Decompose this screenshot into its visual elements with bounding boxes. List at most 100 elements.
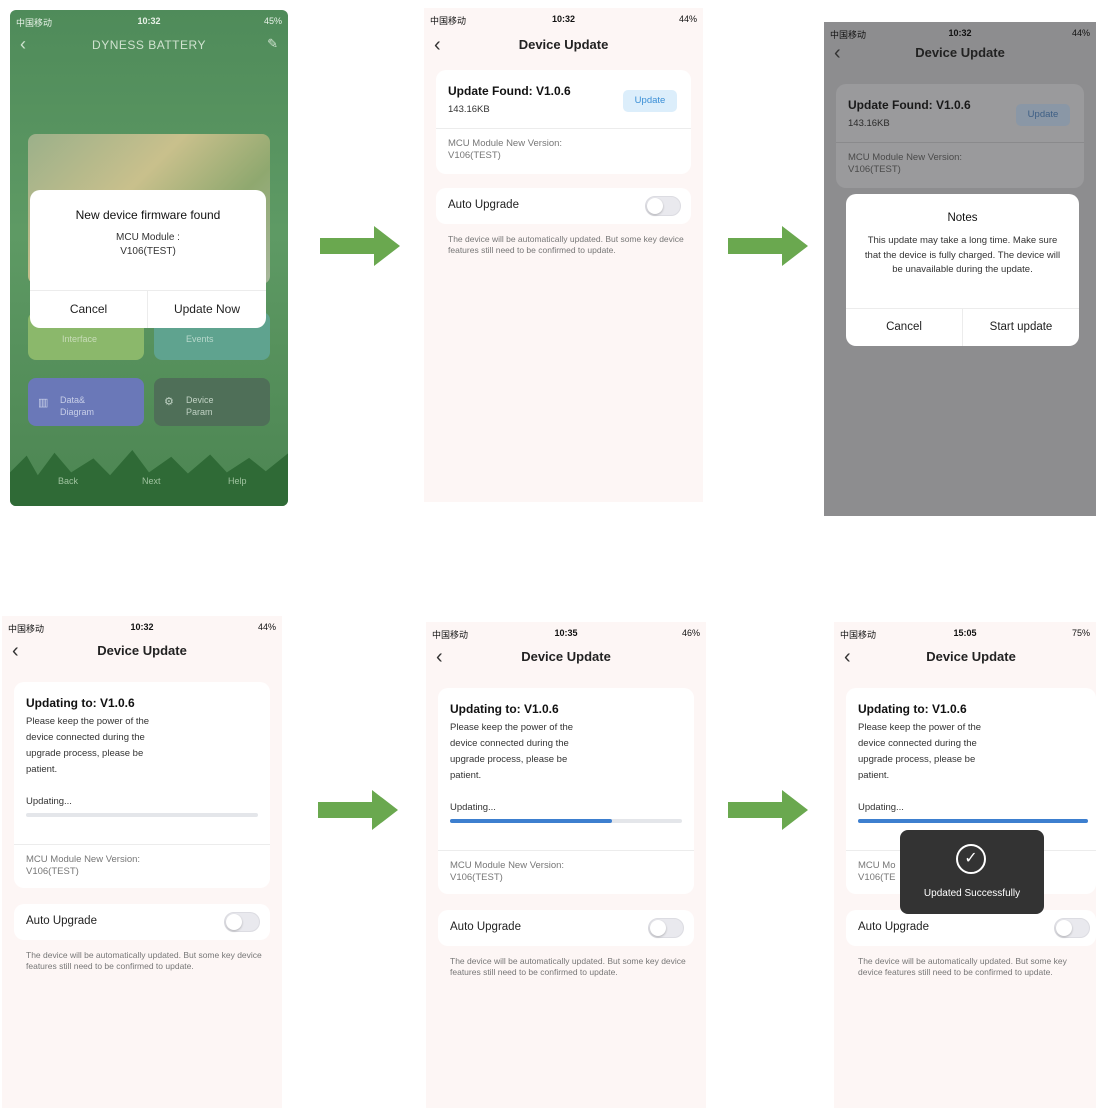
screen-updating-start: 中国移动 10:32 44% ‹ Device Update Updating … (2, 616, 282, 1108)
clock: 10:32 (137, 16, 161, 26)
status-bar: 中国移动 10:32 44% (424, 8, 703, 30)
nav-next[interactable]: Next (142, 476, 161, 486)
dialog-line1: MCU Module : (116, 232, 180, 243)
auto-upgrade-label: Auto Upgrade (448, 199, 519, 211)
status-bar: 中国移动 15:05 75% (834, 622, 1096, 644)
auto-upgrade-card: Auto Upgrade (846, 910, 1096, 946)
navbar: ‹ Device Update (824, 40, 1096, 70)
module-version: V106(TEST) (26, 866, 79, 877)
file-size: 143.16KB (848, 118, 890, 129)
edit-icon[interactable]: ✎ (267, 36, 278, 52)
gear-icon: ⚙ (164, 396, 174, 408)
navbar: ‹ Device Update (426, 644, 706, 674)
auto-upgrade-description: The device will be automatically updated… (450, 956, 686, 977)
battery-level: 44% (678, 14, 697, 24)
page-title: Device Update (97, 643, 187, 658)
auto-upgrade-toggle[interactable] (224, 912, 260, 932)
nav-back[interactable]: Back (58, 476, 78, 486)
dialog-title: Notes (947, 212, 978, 224)
navbar: ‹ Device Update (834, 644, 1096, 674)
cancel-button[interactable]: Cancel (30, 302, 147, 316)
divider (14, 844, 270, 845)
tile-label: Device Param (186, 395, 214, 417)
updating-to-label: Updating to: V1.0.6 (858, 702, 967, 716)
update-now-button[interactable]: Update Now (148, 302, 266, 316)
power-note: Please keep the power of the device conn… (858, 722, 982, 781)
progress-fill (450, 819, 613, 823)
updating-to-label: Updating to: V1.0.6 (450, 702, 559, 716)
nav-help[interactable]: Help (228, 476, 247, 486)
power-note: Please keep the power of the device conn… (26, 716, 150, 775)
module-version: V106(TEST) (450, 872, 503, 883)
auto-upgrade-description: The device will be automatically updated… (26, 950, 262, 971)
notes-dialog: Notes This update may take a long time. … (846, 194, 1079, 346)
tile-device-param[interactable]: ⚙ Device Param (154, 378, 270, 426)
auto-upgrade-toggle[interactable] (645, 196, 681, 216)
firmware-dialog: New device firmware found MCU Module : V… (30, 190, 266, 328)
module-label: MCU Module New Version: (448, 138, 563, 149)
module-version: V106(TEST) (448, 150, 501, 161)
battery-level: 44% (257, 622, 276, 632)
progress-bar (26, 813, 258, 817)
auto-upgrade-description: The device will be automatically updated… (448, 234, 684, 255)
cancel-button[interactable]: Cancel (846, 321, 962, 333)
module-label: MCU Module New Version: (848, 152, 963, 163)
screen-device-update: 中国移动 10:32 44% ‹ Device Update Update Fo… (424, 8, 703, 502)
progress-bar (858, 819, 1088, 823)
start-update-button[interactable]: Start update (963, 321, 1079, 333)
updating-status: Updating... (858, 802, 904, 813)
clock: 10:35 (554, 628, 578, 638)
arrow-right-icon (320, 226, 400, 266)
arrow-right-icon (728, 226, 808, 266)
battery-level: 75% (1071, 628, 1090, 638)
update-card: Update Found: V1.0.6 143.16KB Update MCU… (836, 84, 1084, 188)
tile-data-diagram[interactable]: ▥ Data& Diagram (28, 378, 144, 426)
update-found-label: Update Found: V1.0.6 (448, 84, 571, 98)
arrow-right-icon (728, 790, 808, 830)
auto-upgrade-label: Auto Upgrade (858, 921, 929, 933)
auto-upgrade-card: Auto Upgrade (438, 910, 694, 946)
module-label: MCU Mo (858, 860, 896, 871)
clock: 10:32 (551, 14, 576, 24)
screen-update-success: 中国移动 15:05 75% ‹ Device Update Updating … (834, 622, 1096, 1108)
module-version: V106(TE (858, 872, 896, 883)
chart-icon: ▥ (38, 397, 49, 409)
auto-upgrade-label: Auto Upgrade (26, 915, 97, 927)
updating-card: Updating to: V1.0.6 Please keep the powe… (14, 682, 270, 888)
battery-level: 44% (1071, 28, 1090, 38)
page-title: Device Update (926, 649, 1016, 664)
module-version: V106(TEST) (848, 164, 901, 175)
auto-upgrade-toggle[interactable] (1054, 918, 1090, 938)
tile-label: Data& Diagram (60, 395, 95, 417)
update-card: Update Found: V1.0.6 143.16KB Update MCU… (436, 70, 691, 174)
progress-fill (858, 819, 1088, 823)
divider (30, 290, 266, 291)
update-button[interactable]: Update (1016, 104, 1070, 126)
file-size: 143.16KB (448, 104, 490, 115)
navbar: ‹ Device Update (424, 32, 703, 62)
dialog-title: New device firmware found (75, 208, 221, 222)
auto-upgrade-toggle[interactable] (648, 918, 684, 938)
clock: 10:32 (130, 622, 154, 632)
status-bar: 中国移动 10:35 46% (426, 622, 706, 644)
tile-label: Interface (62, 334, 98, 344)
power-note: Please keep the power of the device conn… (450, 722, 574, 781)
update-found-label: Update Found: V1.0.6 (848, 98, 971, 112)
divider (836, 142, 1084, 143)
check-circle-icon: ✓ (956, 844, 986, 874)
auto-upgrade-description: The device will be automatically updated… (858, 956, 1067, 977)
updating-card: Updating to: V1.0.6 Please keep the powe… (438, 688, 694, 894)
navbar: ‹ Device Update (2, 638, 282, 668)
update-button[interactable]: Update (623, 90, 677, 112)
updating-to-label: Updating to: V1.0.6 (26, 696, 135, 710)
status-bar: 中国移动 10:32 45% (10, 10, 288, 32)
auto-upgrade-label: Auto Upgrade (450, 921, 521, 933)
screen-firmware-found: 中国移动 10:32 45% ‹ DYNESS BATTERY ✎ Interf… (10, 10, 288, 506)
divider (438, 850, 694, 851)
clock: 15:05 (953, 628, 977, 638)
updating-status: Updating... (26, 796, 72, 807)
auto-upgrade-card: Auto Upgrade (436, 188, 691, 224)
module-label: MCU Module New Version: (26, 854, 141, 865)
battery-level: 46% (681, 628, 700, 638)
page-title: Device Update (518, 37, 609, 52)
